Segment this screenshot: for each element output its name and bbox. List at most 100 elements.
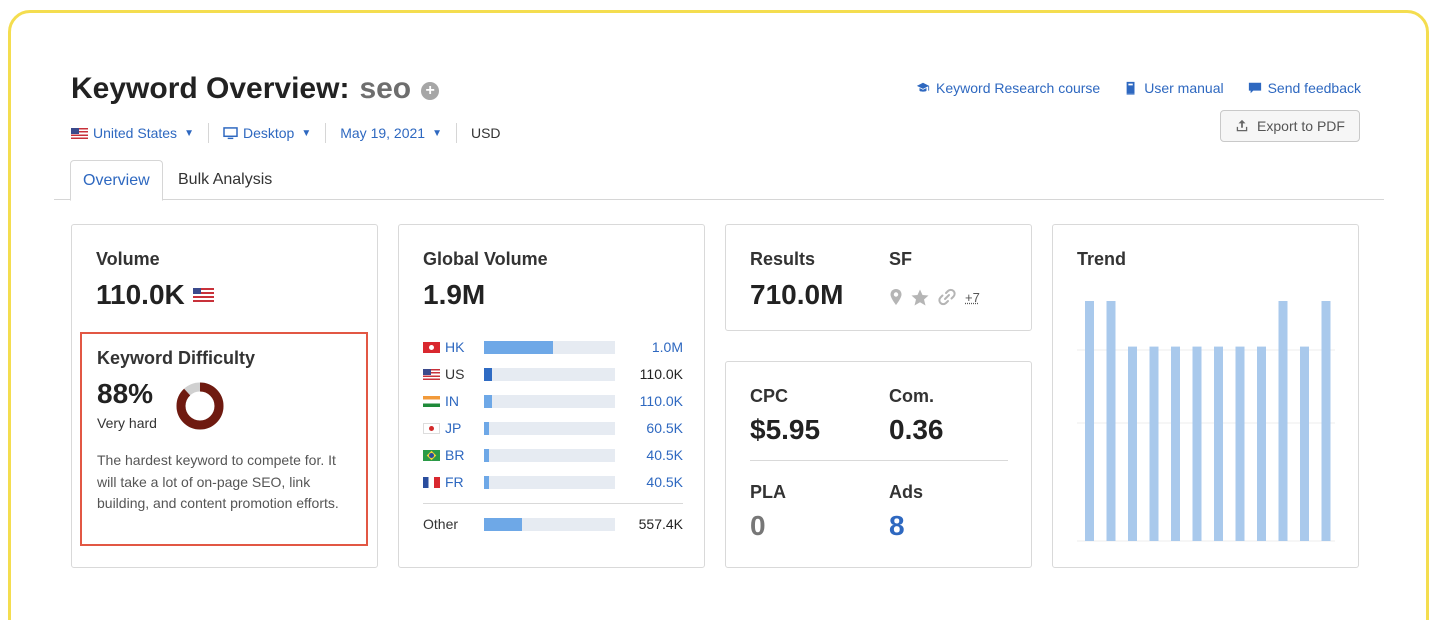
in-flag-icon [423, 395, 440, 407]
fr-flag-icon [423, 476, 440, 488]
upload-icon [1236, 119, 1248, 132]
tab-overview[interactable]: Overview [70, 160, 163, 201]
country-bar-fill [484, 394, 492, 408]
trend-bar[interactable] [1278, 301, 1288, 541]
volume-value-row: 110.0K [96, 279, 214, 311]
trend-bar[interactable] [1321, 301, 1331, 541]
trend-label: Trend [1077, 249, 1127, 269]
export-to-pdf-button[interactable]: Export to PDF [1220, 110, 1360, 142]
ads-value[interactable]: 8 [889, 510, 905, 542]
location-pin-icon[interactable] [889, 288, 903, 306]
trend-chart [1077, 301, 1335, 542]
country-bar-track [484, 448, 615, 462]
filter-divider [325, 123, 327, 143]
keyword-research-course-label: Keyword Research course [936, 80, 1101, 96]
title-keyword: seo [359, 72, 412, 105]
sf-more-count[interactable]: +7 [965, 290, 980, 305]
trend-bar[interactable] [1106, 301, 1116, 541]
volume-label: Volume [96, 249, 160, 269]
global-volume-card: Global Volume 1.9M HK 1.0M US 110.0K IN … [398, 224, 705, 568]
trend-card: Trend [1052, 224, 1359, 568]
country-row-other: Other 557.4K [423, 515, 683, 533]
device-selector[interactable]: Desktop ▼ [223, 125, 311, 141]
star-icon[interactable] [911, 289, 929, 306]
trend-bar[interactable] [1235, 346, 1245, 541]
country-value: United States [93, 125, 178, 141]
graduation-cap-icon [916, 82, 930, 92]
country-selector[interactable]: United States ▼ [71, 125, 194, 141]
br-flag-icon [423, 449, 440, 461]
country-code: FR [445, 474, 464, 490]
us-flag-icon [192, 288, 214, 302]
donut-arc [176, 382, 224, 430]
country-bar-track [484, 421, 615, 435]
link-icon[interactable] [937, 288, 957, 306]
sf-icons: +7 [889, 288, 980, 306]
user-manual-label: User manual [1144, 80, 1224, 96]
country-bar-track [484, 367, 615, 381]
country-code: IN [445, 393, 459, 409]
sf-label: SF [889, 249, 913, 269]
country-row-jp[interactable]: JP 60.5K [423, 419, 683, 437]
country-volume[interactable]: 110.0K [640, 393, 683, 409]
pla-value: 0 [750, 510, 766, 541]
add-keyword-icon[interactable]: + [421, 81, 440, 100]
currency-label: USD [470, 125, 501, 141]
country-volume[interactable]: 40.5K [646, 447, 683, 463]
volume-value: 110.0K [96, 279, 185, 310]
country-volume[interactable]: 40.5K [646, 474, 683, 490]
send-feedback-link[interactable]: Send feedback [1248, 80, 1361, 96]
keyword-difficulty-level: Very hard [97, 415, 157, 431]
country-row-hk[interactable]: HK 1.0M [423, 338, 683, 356]
keyword-difficulty-value: 88% [97, 378, 154, 409]
global-volume-value: 1.9M [423, 279, 486, 310]
country-volume[interactable]: 60.5K [646, 420, 683, 436]
tab-bulk-analysis[interactable]: Bulk Analysis [166, 160, 284, 200]
trend-bar[interactable] [1085, 301, 1094, 541]
page-title: Keyword Overview: seo + [71, 72, 440, 106]
country-bar-fill [484, 367, 492, 381]
book-icon [1126, 81, 1135, 95]
country-bar-track [484, 340, 615, 354]
global-divider [423, 503, 683, 504]
hk-flag-icon [423, 341, 440, 353]
results-card: Results 710.0M SF +7 [725, 224, 1032, 331]
cpc-value: $5.95 [750, 414, 821, 445]
us-flag-icon [423, 368, 440, 380]
country-row-in[interactable]: IN 110.0K [423, 392, 683, 410]
jp-flag-icon [423, 422, 440, 434]
competition-value: 0.36 [889, 414, 944, 445]
user-manual-link[interactable]: User manual [1124, 80, 1224, 96]
country-code: JP [445, 420, 462, 436]
country-volume[interactable]: 1.0M [652, 339, 683, 355]
speech-bubble-icon [1248, 82, 1261, 94]
global-volume-label: Global Volume [423, 249, 548, 269]
cpc-card: CPC $5.95 Com. 0.36 PLA 0 Ads 8 [725, 361, 1032, 568]
date-selector[interactable]: May 19, 2021 ▼ [340, 125, 442, 141]
keyword-research-course-link[interactable]: Keyword Research course [916, 80, 1100, 96]
country-row-br[interactable]: BR 40.5K [423, 446, 683, 464]
filter-divider [455, 123, 457, 143]
header-links: Keyword Research course User manual Send… [916, 80, 1361, 96]
country-code: US [445, 366, 465, 382]
volume-card: Volume 110.0K Keyword Difficulty 88% Ver… [71, 224, 378, 568]
us-flag-icon [71, 127, 88, 139]
trend-bar[interactable] [1128, 346, 1137, 541]
country-bar-track [484, 475, 615, 489]
trend-bar[interactable] [1214, 346, 1223, 541]
country-bar-fill [484, 421, 490, 435]
country-row-us[interactable]: US 110.0K [423, 365, 683, 383]
country-row-fr[interactable]: FR 40.5K [423, 473, 683, 491]
trend-bar[interactable] [1149, 346, 1159, 541]
chevron-down-icon: ▼ [184, 127, 194, 139]
trend-bar[interactable] [1300, 346, 1309, 541]
trend-bar[interactable] [1257, 346, 1266, 541]
trend-bar[interactable] [1171, 346, 1180, 541]
keyword-difficulty-description: The hardest keyword to compete for. It w… [97, 452, 339, 511]
trend-bar[interactable] [1192, 346, 1202, 541]
country-code: HK [445, 339, 465, 355]
country-bar-fill [484, 340, 554, 354]
other-volume: 557.4K [638, 516, 683, 532]
keyword-difficulty-highlight: Keyword Difficulty 88% Very hard The har… [80, 332, 368, 546]
keyword-difficulty-label: Keyword Difficulty [97, 348, 256, 368]
